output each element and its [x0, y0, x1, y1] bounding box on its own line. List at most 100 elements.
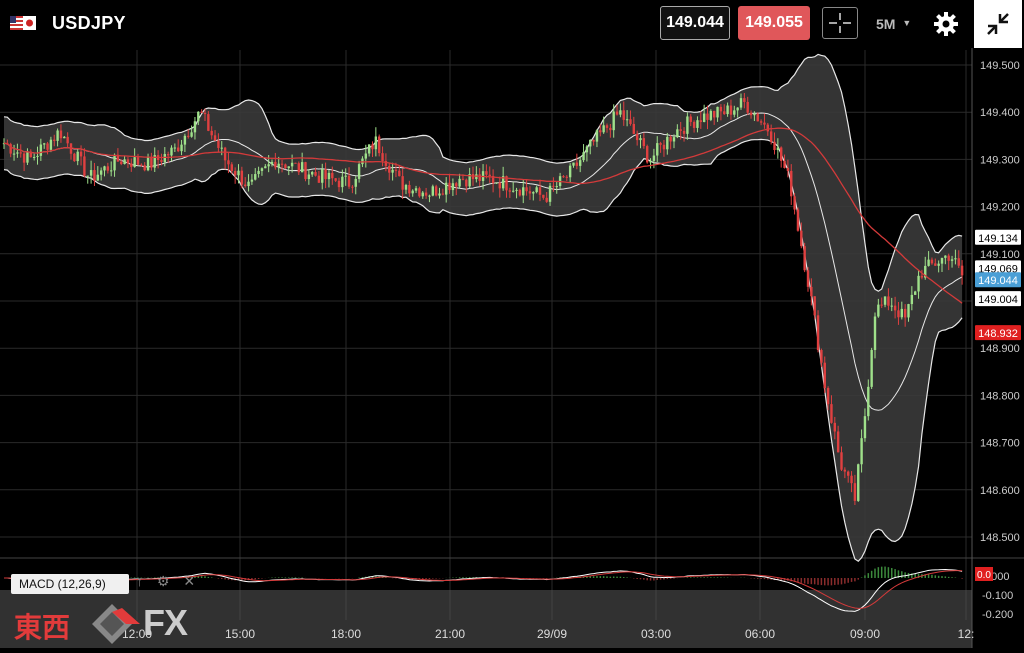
candle-body: [666, 136, 669, 150]
candle-body: [639, 138, 642, 141]
candle-body: [207, 114, 210, 131]
candle-body: [562, 176, 565, 178]
candle-body: [223, 147, 227, 161]
macd-indicator-label[interactable]: MACD (12,26,9): [11, 574, 129, 594]
candle-body: [669, 136, 672, 142]
candle-body: [421, 192, 424, 197]
candle-body: [538, 187, 542, 195]
candle-body: [448, 182, 451, 191]
candle-body: [860, 438, 863, 465]
price-tick-label: 148.800: [980, 390, 1020, 402]
price-tick-label: 148.700: [980, 438, 1020, 450]
candle-body: [890, 305, 893, 307]
candle-body: [63, 136, 66, 139]
candle-body: [582, 152, 585, 161]
candle-body: [76, 151, 79, 162]
candle-body: [840, 452, 843, 470]
candle-body: [49, 139, 53, 150]
candle-body: [267, 164, 270, 167]
candle-body: [944, 255, 947, 258]
candle-body: [863, 416, 867, 439]
candle-body: [177, 147, 180, 152]
candle-body: [800, 230, 803, 247]
candle-body: [689, 116, 692, 122]
macd-tick-label: -0.200: [982, 609, 1013, 621]
timeframe-label: 5M: [876, 16, 896, 32]
candle-body: [565, 176, 568, 178]
candle-body: [431, 186, 434, 196]
candle-body: [652, 155, 656, 161]
price-chart[interactable]: 149.500 149.400 149.300 149.200 149.100 149.0…: [0, 48, 1024, 648]
candle-body: [776, 147, 780, 151]
candle-body: [32, 156, 36, 158]
candle-body: [130, 163, 133, 167]
candle-body: [743, 98, 746, 102]
timeframe-selector[interactable]: 5M ▼: [876, 16, 911, 32]
candle-body: [193, 121, 197, 133]
candle-body: [605, 125, 609, 128]
candle-body: [26, 151, 29, 163]
candle-body: [96, 174, 99, 181]
crosshair-button[interactable]: [822, 7, 858, 39]
time-tick-label: 18:00: [331, 627, 361, 641]
upper-band-value-label: 149.134: [978, 233, 1018, 245]
candle-body: [796, 209, 800, 231]
candle-body: [203, 112, 207, 115]
price-tick-label: 148.500: [980, 532, 1020, 544]
candle-body: [12, 153, 16, 155]
candle-body: [424, 192, 428, 196]
crosshair-icon: [829, 13, 851, 33]
candle-body: [344, 175, 347, 177]
candle-body: [394, 169, 398, 171]
gear-icon[interactable]: [932, 10, 960, 38]
candle-body: [877, 304, 880, 317]
candle-body: [585, 146, 589, 153]
candle-body: [508, 190, 512, 192]
candle-body: [36, 155, 39, 157]
candle-body: [257, 170, 260, 175]
candle-body: [723, 111, 726, 115]
candle-body: [123, 159, 126, 165]
close-icon[interactable]: ✕: [183, 573, 195, 589]
time-tick-label: 06:00: [745, 627, 775, 641]
candle-body: [287, 166, 290, 169]
candle-body: [304, 162, 307, 180]
candle-body: [334, 178, 337, 181]
candle-body: [773, 141, 776, 151]
candle-body: [217, 140, 220, 148]
gear-icon[interactable]: ⚙: [157, 573, 170, 589]
candle-body: [183, 135, 187, 145]
candle-body: [270, 161, 274, 165]
candle-body: [826, 388, 830, 405]
arrow-up-icon[interactable]: ↑: [136, 573, 143, 589]
candle-body: [485, 171, 488, 175]
candle-body: [233, 171, 237, 176]
macd-tick-label: -0.100: [982, 590, 1013, 602]
bid-price-button[interactable]: 149.044: [660, 6, 730, 40]
candle-body: [170, 147, 173, 156]
candle-body: [488, 174, 491, 176]
candle-body: [709, 110, 713, 120]
candle-body: [247, 181, 250, 187]
candle-body: [106, 166, 110, 171]
collapse-button[interactable]: [974, 0, 1022, 48]
candle-body: [552, 185, 555, 187]
candle-body: [300, 162, 304, 173]
ask-price-button[interactable]: 149.055: [738, 6, 810, 40]
candle-body: [662, 144, 666, 150]
candle-body: [351, 186, 354, 188]
candle-body: [910, 294, 914, 305]
candle-body: [930, 259, 934, 264]
candle-body: [893, 305, 897, 311]
candle-body: [542, 194, 545, 198]
candle-body: [347, 175, 351, 187]
candle-body: [954, 258, 957, 260]
collapse-icon: [987, 13, 1009, 35]
price-tick-label: 149.300: [980, 154, 1020, 166]
time-tick-label: 29/09: [537, 627, 567, 641]
candle-body: [43, 143, 46, 145]
candle-body: [367, 144, 371, 154]
candle-body: [615, 111, 619, 115]
chart-canvas: 149.500 149.400 149.300 149.200 149.100 149.0…: [0, 48, 1024, 648]
candle-body: [321, 169, 324, 183]
